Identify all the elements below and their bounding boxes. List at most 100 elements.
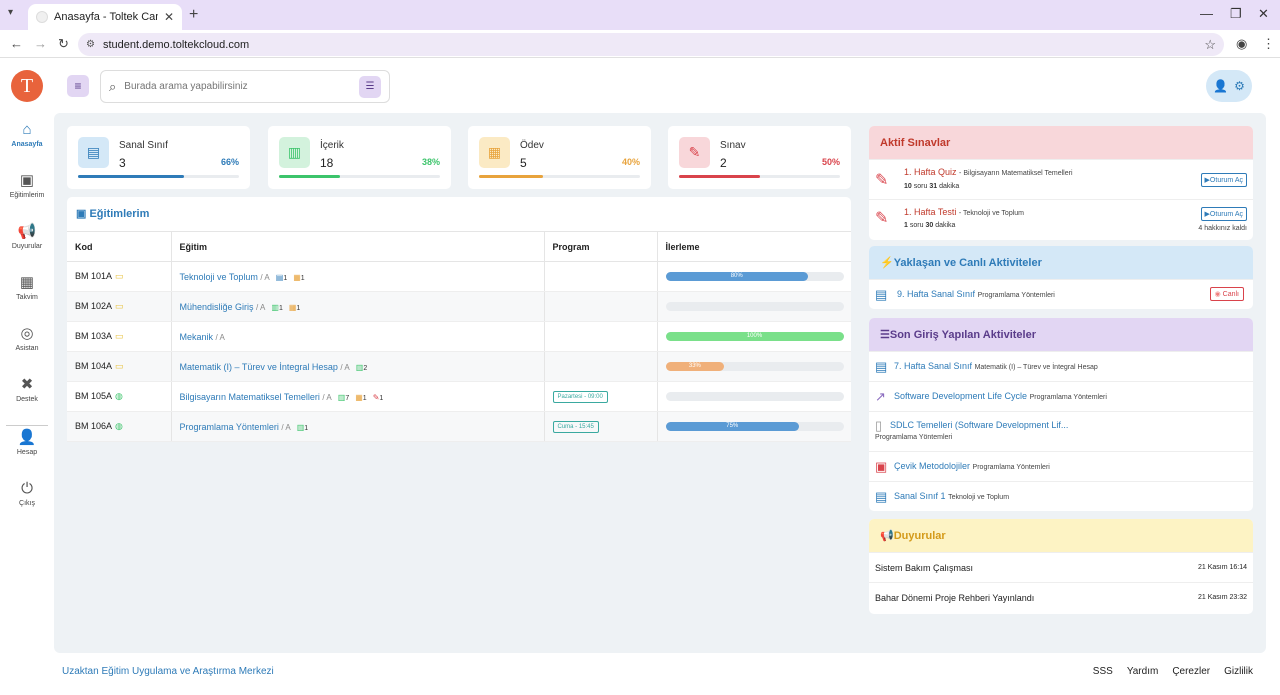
badge-count: 7 xyxy=(345,394,350,402)
recent-item[interactable]: ▣ Çevik Metodolojiler Programlama Yönteml… xyxy=(869,452,1253,482)
sidebar-item-label: Çıkış xyxy=(19,500,35,507)
active-exams-title: Aktif Sınavlar xyxy=(869,126,1253,160)
recent-title-link[interactable]: Software Development Life Cycle xyxy=(894,391,1027,401)
tab-search-icon[interactable]: ▾ xyxy=(8,7,13,18)
course-link[interactable]: Matematik (I) – Türev ve İntegral Hesap xyxy=(180,362,338,372)
stat-progress-bar xyxy=(679,175,840,178)
footer-link-sss[interactable]: SSS xyxy=(1093,666,1113,677)
recent-course: Programlama Yöntemleri xyxy=(875,434,953,441)
new-tab-icon[interactable]: + xyxy=(189,6,198,24)
recent-item[interactable]: ▤ 7. Hafta Sanal Sınıf Matematik (I) – Tü… xyxy=(869,352,1253,382)
upcoming-item[interactable]: ▤ 9. Hafta Sanal Sınıf Programlama Yönte… xyxy=(869,280,1253,309)
stat-card-sanal-sinif[interactable]: ▤ Sanal Sınıf 3 66% xyxy=(67,126,250,189)
stat-card-odev[interactable]: ▦ Ödev 5 40% xyxy=(468,126,651,189)
course-link[interactable]: Programlama Yöntemleri xyxy=(180,422,279,432)
filter-icon[interactable]: ☰ xyxy=(359,75,381,98)
book-icon: ▣ xyxy=(19,172,35,189)
restore-icon[interactable]: ❐ xyxy=(1230,6,1242,22)
table-row[interactable]: BM 101A ▭ Teknoloji ve Toplum / A ▤1 ▦1 80% xyxy=(67,261,851,292)
minimize-icon[interactable]: — xyxy=(1200,6,1213,21)
badge-class-icon: ▤1 xyxy=(276,273,287,282)
stat-label: Sınav xyxy=(720,140,746,151)
course-link[interactable]: Mühendisliğe Giriş xyxy=(180,302,254,312)
upcoming-title-link[interactable]: 9. Hafta Sanal Sınıf xyxy=(897,289,975,299)
sidebar-item-hesap[interactable]: 👤 Hesap xyxy=(0,430,54,457)
back-icon[interactable]: ← xyxy=(10,36,23,51)
table-row[interactable]: BM 102A ▭ Mühendisliğe Giriş / A ▥1 ▦1 xyxy=(67,291,851,322)
recent-title-link[interactable]: Sanal Sınıf 1 xyxy=(894,491,946,501)
cell-program xyxy=(543,321,657,352)
progress-bar: 33% xyxy=(665,362,844,371)
sidebar-item-takvim[interactable]: ▦ Takvim xyxy=(0,275,54,302)
search-input[interactable] xyxy=(124,81,351,92)
stat-card-sinav[interactable]: ✎ Sınav 2 50% xyxy=(668,126,851,189)
user-icon: 👤 xyxy=(1213,79,1229,93)
table-row[interactable]: BM 104A ▭ Matematik (I) – Türev ve İntegra… xyxy=(67,351,851,382)
recent-course: Teknoloji ve Toplum xyxy=(948,494,1010,501)
stat-progress-bar xyxy=(279,175,440,178)
footer-link-cerezler[interactable]: Çerezler xyxy=(1172,666,1210,677)
sidebar-item-asistan[interactable]: ◎ Asistan xyxy=(0,326,54,353)
stat-progress-fill xyxy=(279,175,341,178)
exam-item[interactable]: ✎ 1. Hafta Quiz - Bilgisayarın Matematik… xyxy=(869,160,1253,200)
announcement-title[interactable]: Bahar Dönemi Proje Rehberi Yayınlandı xyxy=(875,593,1034,603)
recent-title-link[interactable]: 7. Hafta Sanal Sınıf xyxy=(894,361,972,371)
logo[interactable]: T xyxy=(11,70,43,102)
course-link[interactable]: Mekanik xyxy=(180,332,214,342)
sidebar-item-egitimlerim[interactable]: ▣ Eğitimlerim xyxy=(0,172,54,200)
table-row[interactable]: BM 103A ▭ Mekanik / A 100% xyxy=(67,321,851,352)
stat-label: İçerik xyxy=(320,140,344,151)
sidebar-item-anasayfa[interactable]: ⌂ Anasayfa xyxy=(0,121,54,149)
recent-title-link[interactable]: SDLC Temelleri (Software Development Lif… xyxy=(890,420,1068,430)
col-header-ilerleme: İlerleme xyxy=(656,231,851,262)
bookmark-star-icon[interactable]: ☆ xyxy=(1204,37,1216,53)
exam-item[interactable]: ✎ 1. Hafta Testi - Teknoloji ve Toplum 1… xyxy=(869,200,1253,240)
url-field[interactable]: ⚙ student.demo.toltekcloud.com ☆ xyxy=(78,33,1224,56)
course-link[interactable]: Teknoloji ve Toplum xyxy=(180,272,258,282)
site-info-icon[interactable]: ⚙ xyxy=(86,39,95,50)
footer-org-link[interactable]: Uzaktan Eğitim Uygulama ve Araştırma Mer… xyxy=(62,666,274,677)
recent-title-link[interactable]: Çevik Metodolojiler xyxy=(894,461,970,471)
announcement-item[interactable]: Sistem Bakım Çalışması 21 Kasım 16:14 xyxy=(869,553,1253,583)
footer-link-yardim[interactable]: Yardım xyxy=(1127,666,1159,677)
home-icon: ⌂ xyxy=(22,121,32,138)
sidebar-item-cikis[interactable]: ⏻ Çıkış xyxy=(0,481,54,508)
recent-item[interactable]: ▯ SDLC Temelleri (Software Development Li… xyxy=(869,412,1253,452)
browser-menu-icon[interactable]: ⋮ xyxy=(1262,36,1275,52)
sidebar-item-duyurular[interactable]: 📢 Duyurular xyxy=(0,223,54,251)
globe-icon: ◍ xyxy=(115,421,123,431)
close-window-icon[interactable]: ✕ xyxy=(1258,6,1269,22)
table-row[interactable]: BM 106A ◍ Programlama Yöntemleri / A ▥1 Cuma… xyxy=(67,411,851,442)
progress-bar xyxy=(665,392,844,401)
announcement-title[interactable]: Sistem Bakım Çalışması xyxy=(875,563,973,573)
course-link[interactable]: Bilgisayarın Matematiksel Temelleri xyxy=(180,392,320,402)
close-tab-icon[interactable]: ✕ xyxy=(164,10,174,24)
start-exam-button[interactable]: ▶Oturum Aç xyxy=(1200,207,1247,221)
menu-toggle-button[interactable]: ≡ xyxy=(67,75,89,97)
recent-item[interactable]: ▤ Sanal Sınıf 1 Teknoloji ve Toplum xyxy=(869,482,1253,511)
stat-progress-bar xyxy=(78,175,239,178)
sidebar-item-destek[interactable]: ✖ Destek xyxy=(0,377,54,404)
exam-title[interactable]: 1. Hafta Testi xyxy=(904,207,956,217)
profile-icon[interactable]: ◉ xyxy=(1236,36,1247,52)
link-icon: ↗ xyxy=(875,389,886,404)
cell-code: BM 101A ▭ xyxy=(67,261,171,292)
virtual-class-icon: ▤ xyxy=(875,287,888,302)
footer-link-gizlilik[interactable]: Gizlilik xyxy=(1224,666,1253,677)
browser-tab[interactable]: Anasayfa - Toltek CampusDemo ✕ xyxy=(28,4,182,30)
stat-card-icerik[interactable]: ▥ İçerik 18 38% xyxy=(268,126,451,189)
announcement-item[interactable]: Bahar Dönemi Proje Rehberi Yayınlandı 21… xyxy=(869,583,1253,613)
forward-icon[interactable]: → xyxy=(34,36,47,51)
sidebar-divider xyxy=(6,425,48,426)
badge-count: 1 xyxy=(379,394,384,402)
table-row[interactable]: BM 105A ◍ Bilgisayarın Matematiksel Temell… xyxy=(67,381,851,412)
reload-icon[interactable]: ↻ xyxy=(58,36,69,52)
exam-title[interactable]: 1. Hafta Quiz xyxy=(904,167,957,177)
megaphone-icon: 📢 xyxy=(17,223,37,240)
user-settings-button[interactable]: 👤 ⚙ xyxy=(1206,70,1252,102)
recent-item[interactable]: ↗ Software Development Life Cycle Program… xyxy=(869,382,1253,412)
cell-course: Programlama Yöntemleri / A ▥1 xyxy=(170,411,544,442)
col-header-program: Program xyxy=(543,231,657,262)
start-exam-button[interactable]: ▶Oturum Aç xyxy=(1200,173,1247,187)
progress-fill: 100% xyxy=(665,332,844,341)
